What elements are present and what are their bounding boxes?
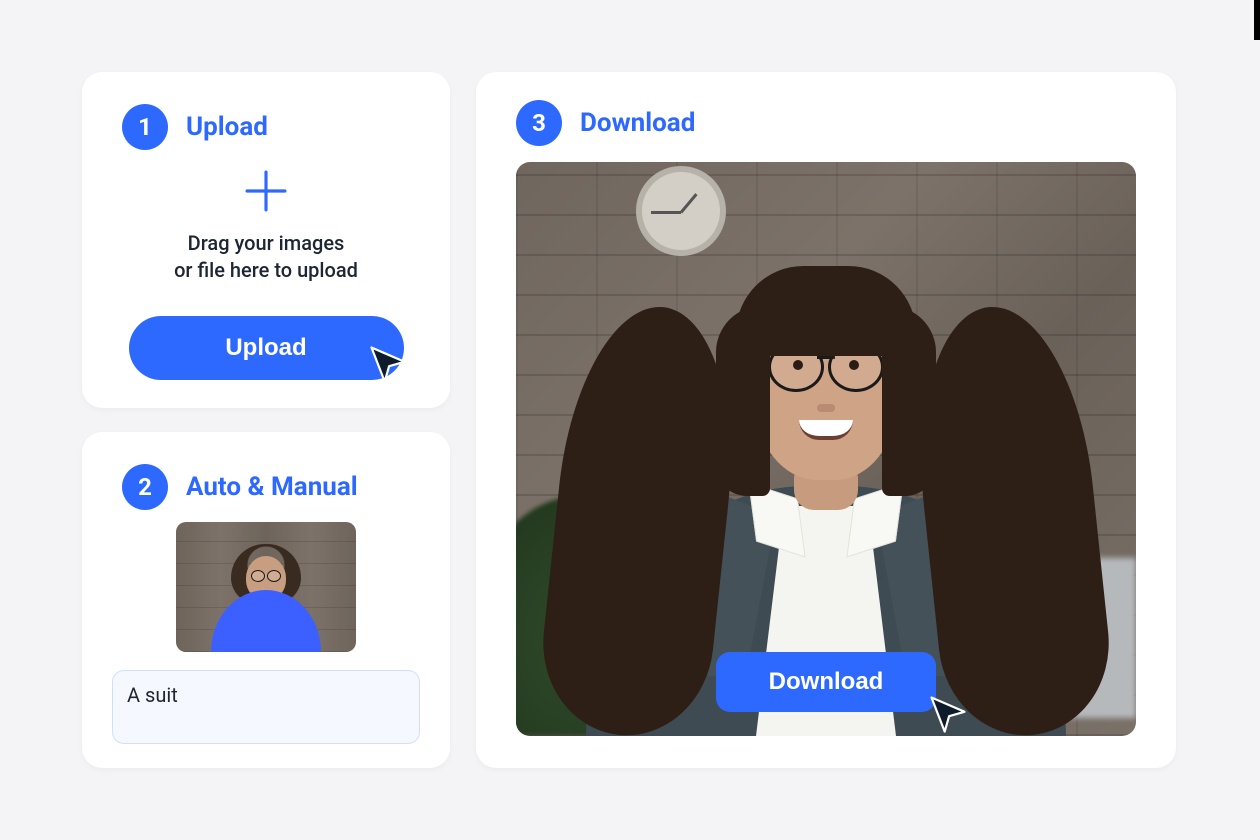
step-header: 3 Download — [516, 100, 1136, 146]
download-button[interactable]: Download — [716, 652, 936, 712]
thumbnail-person — [211, 556, 321, 652]
clock-icon — [636, 166, 726, 256]
step-badge-1: 1 — [122, 104, 168, 150]
download-button-label: Download — [769, 668, 884, 695]
step-card-upload: 1 Upload Drag your images or file here t… — [82, 72, 450, 408]
step-card-edit: 2 Auto & Manual — [82, 432, 450, 768]
step-header: 2 Auto & Manual — [112, 464, 420, 510]
dropzone-text: Drag your images or file here to upload — [174, 230, 358, 284]
step-badge-3: 3 — [516, 100, 562, 146]
dropzone-line2: or file here to upload — [174, 257, 358, 284]
upload-button-label: Upload — [225, 334, 306, 361]
dropzone-line1: Drag your images — [174, 230, 358, 257]
step-title-edit: Auto & Manual — [186, 472, 358, 502]
step-card-download: 3 Download — [476, 72, 1176, 768]
step-badge-2: 2 — [122, 464, 168, 510]
cursor-icon — [926, 692, 970, 736]
plus-icon — [245, 170, 287, 212]
upload-dropzone[interactable]: Drag your images or file here to upload — [122, 160, 410, 294]
thumbnail-preview[interactable] — [176, 522, 356, 652]
decorative-corner — [1254, 0, 1260, 40]
step-title-download: Download — [580, 108, 695, 138]
step-header: 1 Upload — [122, 104, 410, 150]
cursor-icon — [366, 342, 410, 386]
upload-button[interactable]: Upload — [129, 316, 404, 380]
result-image: Download — [516, 162, 1136, 736]
prompt-input[interactable] — [112, 670, 420, 744]
step-title-upload: Upload — [186, 112, 268, 142]
